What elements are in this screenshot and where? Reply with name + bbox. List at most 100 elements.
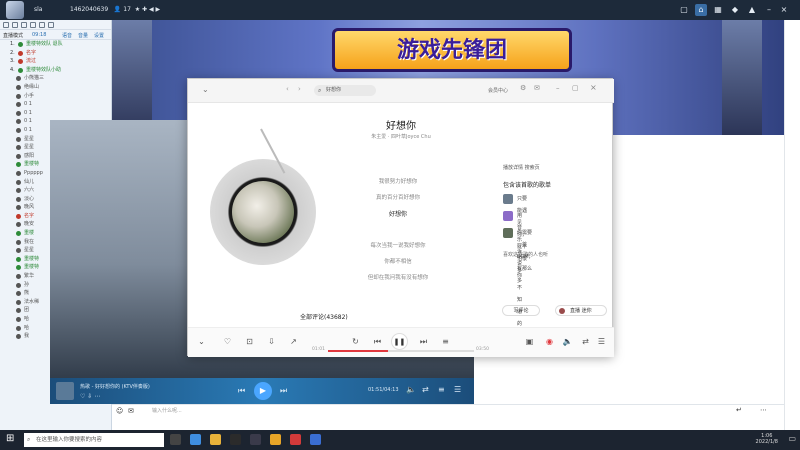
more-icon[interactable]: ⋯ (760, 406, 767, 414)
prev-icon[interactable]: ⏮ (238, 386, 245, 396)
minimize-icon[interactable]: – (556, 84, 560, 92)
system-clock[interactable]: 1:06 2022/1/8 (756, 433, 778, 445)
member-row[interactable]: 1. 重楼特效队 退队 (0, 40, 111, 49)
game-icon[interactable]: ◆ (729, 4, 741, 16)
lyrics-icon[interactable]: ≡ (440, 336, 451, 347)
mini-player: 热歌 - 好好想你的 (KTV伴奏版) ♡ ⇩ ⋯ ⏮ ▶ ⏭ 01:51/04… (50, 378, 474, 404)
loop-icon[interactable]: ⇄ (422, 385, 429, 394)
download-icon[interactable]: ⇩ (266, 336, 277, 347)
tool-settings[interactable]: 设置 (94, 32, 104, 39)
lyrics-icon[interactable]: ≡ (438, 385, 445, 394)
member-name: 星星 (24, 135, 35, 142)
tool-volume[interactable]: 音量 (78, 32, 88, 39)
windows-start-icon[interactable]: ⊞ (6, 433, 14, 444)
search-icon: ⌕ (27, 436, 31, 443)
folder-icon[interactable] (210, 434, 221, 445)
vinyl-disc (210, 159, 316, 265)
member-row[interactable]: 2. 名字 (0, 49, 111, 58)
chat-app-icon[interactable] (310, 434, 321, 445)
progress-bar[interactable] (328, 350, 474, 352)
gift-icon[interactable]: ✉ (128, 407, 134, 415)
member-badge-icon (16, 325, 21, 331)
chat-input[interactable]: 输入什么呢... (152, 407, 182, 414)
forward-icon[interactable]: › (298, 85, 301, 93)
music-app-icon[interactable] (290, 434, 301, 445)
home-icon[interactable]: ⌂ (695, 4, 707, 16)
member-badge-icon (16, 93, 21, 99)
edge-icon[interactable] (190, 434, 201, 445)
hq-icon[interactable]: ▣ (524, 336, 535, 347)
taskbar-search[interactable]: ⌕ 在这里输入你要搜索的内容 (24, 433, 164, 447)
account-label[interactable]: 会员中心 (488, 87, 508, 94)
member-row[interactable]: 小熊猫三 (0, 74, 111, 83)
playlist-icon[interactable]: ☰ (454, 385, 461, 394)
app2-icon[interactable] (270, 434, 281, 445)
tool-voice[interactable]: 语音 (62, 32, 72, 39)
member-row[interactable]: 绝缘山 (0, 83, 111, 92)
comments-count[interactable]: 全部评论(43682) (300, 312, 348, 321)
settings-icon[interactable] (48, 22, 54, 28)
close-icon[interactable]: × (778, 4, 790, 16)
member-badge-icon (16, 265, 21, 271)
member-row[interactable]: 0 1 (0, 109, 111, 118)
write-comment-button[interactable]: 写评论 (502, 305, 540, 316)
mail-icon[interactable]: ✉ (534, 84, 540, 92)
member-row[interactable]: 小手 (0, 92, 111, 101)
chrome-icon[interactable] (250, 434, 261, 445)
member-row[interactable]: 0 1 (0, 100, 111, 109)
close-icon[interactable]: × (590, 83, 597, 92)
prev-icon[interactable]: ⏮ (372, 336, 383, 347)
volume-icon[interactable]: 🔈 (562, 336, 573, 347)
volume-icon[interactable]: 🔈 (406, 385, 416, 394)
mini-play-button[interactable]: ▶ (254, 382, 272, 400)
music-search-input[interactable]: ⌕ 好想你 (314, 85, 376, 96)
also-listened[interactable]: 喜欢这首歌的人也听 (503, 251, 548, 258)
collapse-icon[interactable]: ⌄ (196, 336, 207, 347)
mic-icon[interactable] (3, 22, 9, 28)
speaker-icon[interactable] (12, 22, 18, 28)
queue-icon[interactable]: ☰ (596, 336, 607, 347)
avatar[interactable] (6, 1, 24, 19)
lock-icon[interactable] (30, 22, 36, 28)
effect-icon[interactable]: ◉ (544, 336, 555, 347)
member-row[interactable]: 4. 重楼特效队小助 (0, 66, 111, 75)
repeat-icon[interactable]: ↻ (350, 336, 361, 347)
lyric-line: 好想你 (388, 211, 407, 218)
screen-icon[interactable]: ▢ (678, 4, 690, 16)
next-icon[interactable]: ⏭ (418, 336, 429, 347)
album-thumb[interactable] (56, 382, 74, 400)
grid-icon[interactable]: ▦ (712, 4, 724, 16)
member-name: 重楼 (24, 230, 35, 237)
settings-icon[interactable]: ⚙ (520, 84, 526, 92)
mini-mode-button[interactable]: 直播 迷你 (555, 305, 607, 316)
mini-actions[interactable]: ♡ ⇩ ⋯ (80, 393, 100, 400)
song-artist[interactable]: 朱主爱 · 四叶草Joyce Chu (188, 133, 614, 140)
member-name: 孙 (24, 281, 30, 288)
member-name: 0 1 (24, 118, 32, 125)
play-detail-tabs[interactable]: 播放详情 搜索页 (503, 164, 540, 171)
task-view-icon[interactable] (170, 434, 181, 445)
app-icon[interactable] (230, 434, 241, 445)
minimize-icon[interactable]: – (763, 4, 775, 16)
mode-time: 09:18 (32, 32, 47, 38)
shirt-icon[interactable]: ▲ (746, 4, 758, 16)
member-name: 重楼特 (24, 161, 40, 168)
emoji-icon[interactable]: ☺ (116, 407, 123, 415)
collapse-icon[interactable]: ⌄ (202, 85, 209, 94)
member-badge-icon (18, 59, 23, 65)
member-badge-icon (16, 231, 21, 237)
pause-button[interactable]: ❚❚ (391, 333, 408, 350)
search-icon[interactable] (39, 22, 45, 28)
send-icon[interactable]: ↵ (736, 406, 742, 414)
notification-icon[interactable]: ▭ (788, 434, 796, 443)
loop-icon[interactable]: ⇄ (580, 336, 591, 347)
member-row[interactable]: 3. 流过 (0, 57, 111, 66)
collect-icon[interactable]: ⊡ (244, 336, 255, 347)
next-icon[interactable]: ⏭ (280, 386, 287, 396)
share-icon[interactable]: ↗ (288, 336, 299, 347)
record-icon[interactable] (21, 22, 27, 28)
back-icon[interactable]: ‹ (286, 85, 289, 93)
maximize-icon[interactable]: ▢ (572, 84, 579, 92)
lyric-line: 真的百分百好想你 (375, 195, 420, 201)
like-icon[interactable]: ♡ (222, 336, 233, 347)
